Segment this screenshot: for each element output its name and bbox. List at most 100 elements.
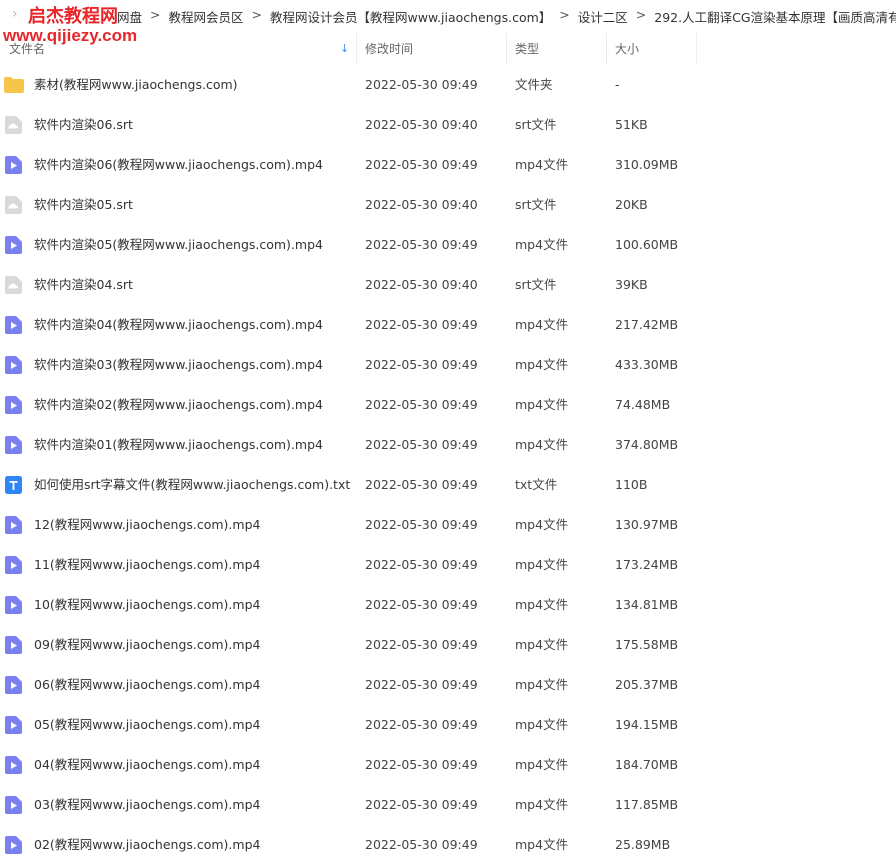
file-size: 130.97MB <box>615 517 679 532</box>
file-row[interactable]: 软件内渲染03(教程网www.jiaochengs.com).mp4 2022-0… <box>0 345 896 385</box>
text-file-icon <box>5 476 22 494</box>
file-type: mp4文件 <box>515 437 569 452</box>
file-row[interactable]: 如何使用srt字幕文件(教程网www.jiaochengs.com).txt 20… <box>0 465 896 505</box>
file-name: 软件内渲染01(教程网www.jiaochengs.com).mp4 <box>34 437 323 452</box>
video-file-icon <box>5 756 22 774</box>
file-modified-time: 2022-05-30 09:40 <box>365 197 478 212</box>
file-size: 184.70MB <box>615 757 679 772</box>
file-row[interactable]: 软件内渲染06.srt 2022-05-30 09:40 srt文件 51KB <box>0 105 896 145</box>
column-header-type[interactable]: 类型 <box>515 33 539 65</box>
subtitle-file-icon <box>5 276 22 294</box>
file-type: mp4文件 <box>515 637 569 652</box>
file-name: 软件内渲染05(教程网www.jiaochengs.com).mp4 <box>34 237 323 252</box>
breadcrumb-item-current-folder[interactable]: 292.人工翻译CG渲染基本原理【画质高清有素材】 <box>654 7 896 26</box>
file-row[interactable]: 软件内渲染01(教程网www.jiaochengs.com).mp4 2022-0… <box>0 425 896 465</box>
file-name: 04(教程网www.jiaochengs.com).mp4 <box>34 757 261 772</box>
video-file-icon <box>5 556 22 574</box>
file-size: 310.09MB <box>615 157 679 172</box>
sort-arrow-down-icon[interactable]: ↓ <box>340 33 349 65</box>
file-type: mp4文件 <box>515 237 569 252</box>
file-type: mp4文件 <box>515 837 569 852</box>
file-name: 软件内渲染06(教程网www.jiaochengs.com).mp4 <box>34 157 323 172</box>
file-row[interactable]: 03(教程网www.jiaochengs.com).mp4 2022-05-30 … <box>0 785 896 825</box>
file-type: mp4文件 <box>515 357 569 372</box>
column-divider[interactable] <box>606 33 607 65</box>
file-size: 51KB <box>615 117 648 132</box>
video-file-icon <box>5 156 22 174</box>
file-modified-time: 2022-05-30 09:49 <box>365 797 478 812</box>
file-modified-time: 2022-05-30 09:40 <box>365 277 478 292</box>
file-row[interactable]: 06(教程网www.jiaochengs.com).mp4 2022-05-30 … <box>0 665 896 705</box>
file-row[interactable]: 04(教程网www.jiaochengs.com).mp4 2022-05-30 … <box>0 745 896 785</box>
file-modified-time: 2022-05-30 09:49 <box>365 597 478 612</box>
file-name: 05(教程网www.jiaochengs.com).mp4 <box>34 717 261 732</box>
video-file-icon <box>5 316 22 334</box>
file-modified-time: 2022-05-30 09:40 <box>365 117 478 132</box>
folder-icon <box>4 77 24 93</box>
column-divider[interactable] <box>506 33 507 65</box>
file-name: 03(教程网www.jiaochengs.com).mp4 <box>34 797 261 812</box>
file-name: 软件内渲染02(教程网www.jiaochengs.com).mp4 <box>34 397 323 412</box>
file-size: 117.85MB <box>615 797 679 812</box>
file-size: 25.89MB <box>615 837 671 852</box>
file-modified-time: 2022-05-30 09:49 <box>365 477 478 492</box>
file-type: mp4文件 <box>515 557 569 572</box>
breadcrumb-item-netdisk[interactable]: 网盘 <box>117 7 142 26</box>
breadcrumb-item-member-area[interactable]: 教程网会员区 <box>169 7 244 26</box>
column-header-size[interactable]: 大小 <box>615 33 639 65</box>
file-size: 134.81MB <box>615 597 679 612</box>
file-type: mp4文件 <box>515 397 569 412</box>
file-type: 文件夹 <box>515 77 553 92</box>
breadcrumb-separator: > <box>635 7 647 22</box>
file-size: - <box>615 77 620 92</box>
video-file-icon <box>5 796 22 814</box>
file-modified-time: 2022-05-30 09:49 <box>365 717 478 732</box>
file-modified-time: 2022-05-30 09:49 <box>365 397 478 412</box>
file-modified-time: 2022-05-30 09:49 <box>365 637 478 652</box>
column-divider[interactable] <box>356 33 357 65</box>
file-size: 194.15MB <box>615 717 679 732</box>
watermark-site-name: 启杰教程网 <box>28 6 118 27</box>
file-row[interactable]: 软件内渲染05(教程网www.jiaochengs.com).mp4 2022-0… <box>0 225 896 265</box>
file-size: 175.58MB <box>615 637 679 652</box>
file-row[interactable]: 软件内渲染04(教程网www.jiaochengs.com).mp4 2022-0… <box>0 305 896 345</box>
file-row[interactable]: 05(教程网www.jiaochengs.com).mp4 2022-05-30 … <box>0 705 896 745</box>
column-header-name[interactable]: 文件名 <box>9 33 355 65</box>
file-row[interactable]: 11(教程网www.jiaochengs.com).mp4 2022-05-30 … <box>0 545 896 585</box>
file-row[interactable]: 软件内渲染04.srt 2022-05-30 09:40 srt文件 39KB <box>0 265 896 305</box>
chevron-right-icon[interactable]: › <box>12 6 18 22</box>
file-type: srt文件 <box>515 197 557 212</box>
breadcrumb-item-design-zone-2[interactable]: 设计二区 <box>578 7 628 26</box>
file-type: mp4文件 <box>515 157 569 172</box>
file-row[interactable]: 12(教程网www.jiaochengs.com).mp4 2022-05-30 … <box>0 505 896 545</box>
column-header-modified[interactable]: 修改时间 <box>365 33 413 65</box>
column-divider[interactable] <box>696 33 697 65</box>
file-modified-time: 2022-05-30 09:49 <box>365 317 478 332</box>
file-name: 软件内渲染04(教程网www.jiaochengs.com).mp4 <box>34 317 323 332</box>
file-name: 12(教程网www.jiaochengs.com).mp4 <box>34 517 261 532</box>
file-row[interactable]: 09(教程网www.jiaochengs.com).mp4 2022-05-30 … <box>0 625 896 665</box>
file-modified-time: 2022-05-30 09:49 <box>365 557 478 572</box>
breadcrumb-separator: > <box>251 7 262 22</box>
file-row[interactable]: 软件内渲染06(教程网www.jiaochengs.com).mp4 2022-0… <box>0 145 896 185</box>
breadcrumb-trail: 网盘 > 教程网会员区 > 教程网设计会员【教程网www.jiaochengs.… <box>117 7 896 26</box>
file-modified-time: 2022-05-30 09:49 <box>365 437 478 452</box>
file-name: 09(教程网www.jiaochengs.com).mp4 <box>34 637 261 652</box>
file-type: mp4文件 <box>515 717 569 732</box>
file-name: 软件内渲染04.srt <box>34 277 133 292</box>
file-name: 素材(教程网www.jiaochengs.com) <box>34 77 238 92</box>
file-row[interactable]: 软件内渲染05.srt 2022-05-30 09:40 srt文件 20KB <box>0 185 896 225</box>
file-size: 110B <box>615 477 648 492</box>
file-modified-time: 2022-05-30 09:49 <box>365 237 478 252</box>
file-row[interactable]: 素材(教程网www.jiaochengs.com) 2022-05-30 09:4… <box>0 65 896 105</box>
file-size: 205.37MB <box>615 677 679 692</box>
file-size: 217.42MB <box>615 317 679 332</box>
breadcrumb-item-design-member[interactable]: 教程网设计会员【教程网www.jiaochengs.com】 <box>270 7 551 26</box>
file-size: 39KB <box>615 277 648 292</box>
video-file-icon <box>5 396 22 414</box>
file-row[interactable]: 10(教程网www.jiaochengs.com).mp4 2022-05-30 … <box>0 585 896 625</box>
file-row[interactable]: 软件内渲染02(教程网www.jiaochengs.com).mp4 2022-0… <box>0 385 896 425</box>
file-name: 软件内渲染06.srt <box>34 117 133 132</box>
file-row[interactable]: 02(教程网www.jiaochengs.com).mp4 2022-05-30 … <box>0 825 896 865</box>
file-name: 10(教程网www.jiaochengs.com).mp4 <box>34 597 261 612</box>
